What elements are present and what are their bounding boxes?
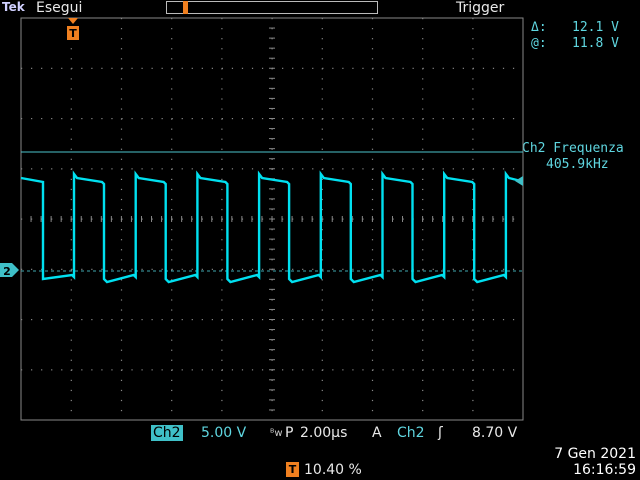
- timebase-mode: P: [285, 425, 294, 441]
- trigger-slope-icon: ʃ: [438, 425, 443, 441]
- ch2-trace: [20, 170, 522, 284]
- footer-channel[interactable]: Ch2: [151, 425, 183, 441]
- graticule: [20, 17, 524, 421]
- trigger-position: 10.40 %: [304, 462, 362, 478]
- trigger-marker-label: T: [69, 27, 77, 40]
- time-per-div: 2.00µs: [300, 425, 348, 441]
- trigger-mode: A: [372, 425, 382, 441]
- volts-per-div: 5.00 V: [201, 425, 247, 441]
- trigger-position-icon: T: [286, 462, 299, 477]
- time: 16:16:59: [573, 462, 636, 478]
- bandwidth-limit-flag: ᴮw: [270, 428, 283, 439]
- trigger-level-icon: [515, 176, 523, 186]
- trigger-level: 8.70 V: [472, 425, 518, 441]
- trigger-arrow-icon: [68, 18, 78, 24]
- trigger-source: Ch2: [397, 425, 425, 441]
- date: 7 Gen 2021: [554, 446, 636, 462]
- waveform-display: T 2: [0, 17, 524, 421]
- ch2-marker-label: 2: [3, 265, 11, 278]
